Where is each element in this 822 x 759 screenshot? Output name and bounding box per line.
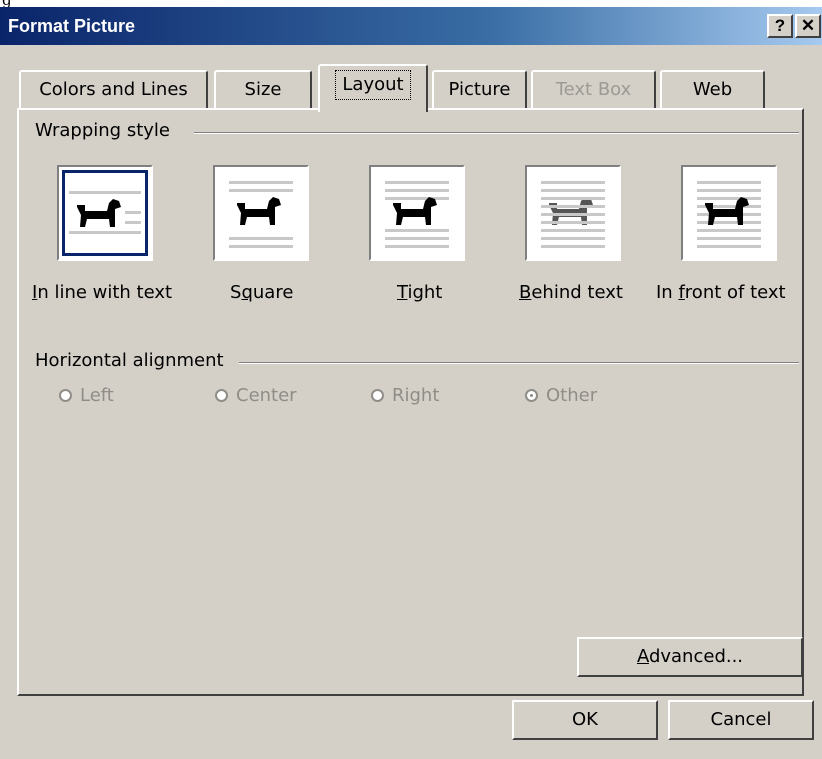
radio-checked-icon — [525, 389, 538, 402]
inline-dog-icon — [69, 191, 141, 234]
wrap-behind-label: Behind text — [519, 282, 623, 303]
wrap-inline-label: In line with text — [32, 282, 173, 303]
wrap-square-label: Square — [230, 282, 294, 303]
format-picture-dialog: Format Picture ? ✕ Colors and Lines Size… — [0, 7, 822, 759]
align-center-radio: Center — [215, 385, 297, 406]
tab-layout[interactable]: Layout — [318, 64, 428, 112]
close-button[interactable]: ✕ — [795, 14, 821, 38]
help-button[interactable]: ? — [767, 14, 793, 38]
ok-button[interactable]: OK — [512, 700, 658, 740]
wrap-square-option[interactable] — [213, 165, 309, 261]
alignment-group-line — [239, 362, 799, 364]
tab-picture[interactable]: Picture — [432, 70, 527, 110]
align-other-radio: Other — [525, 385, 597, 406]
front-dog-icon — [697, 181, 761, 248]
tab-web[interactable]: Web — [660, 70, 765, 110]
align-right-radio: Right — [371, 385, 439, 406]
advanced-button[interactable]: Advanced... — [577, 637, 803, 677]
wrap-in-front-label: In front of text — [656, 282, 786, 303]
align-left-radio: Left — [59, 385, 114, 406]
wrap-inline-option[interactable] — [57, 165, 153, 261]
tight-dog-icon — [385, 181, 449, 248]
radio-icon — [59, 389, 72, 402]
square-dog-icon — [229, 181, 293, 248]
wrapping-group-line — [194, 132, 799, 134]
wrapping-style-heading: Wrapping style — [35, 120, 180, 141]
layout-panel: Wrapping style In line with text Square … — [17, 108, 804, 696]
radio-icon — [371, 389, 384, 402]
window-title: Format Picture — [8, 16, 136, 36]
wrap-tight-option[interactable] — [369, 165, 465, 261]
wrap-behind-option[interactable] — [525, 165, 621, 261]
tab-size[interactable]: Size — [214, 70, 312, 110]
behind-dog-icon — [541, 181, 605, 248]
radio-icon — [215, 389, 228, 402]
horizontal-alignment-heading: Horizontal alignment — [35, 350, 234, 371]
wrap-tight-label: Tight — [397, 282, 443, 303]
tab-text-box: Text Box — [531, 70, 656, 110]
cancel-button[interactable]: Cancel — [668, 700, 814, 740]
title-bar: Format Picture ? ✕ — [0, 7, 822, 45]
tab-colors-and-lines[interactable]: Colors and Lines — [19, 70, 208, 110]
wrap-in-front-option[interactable] — [681, 165, 777, 261]
